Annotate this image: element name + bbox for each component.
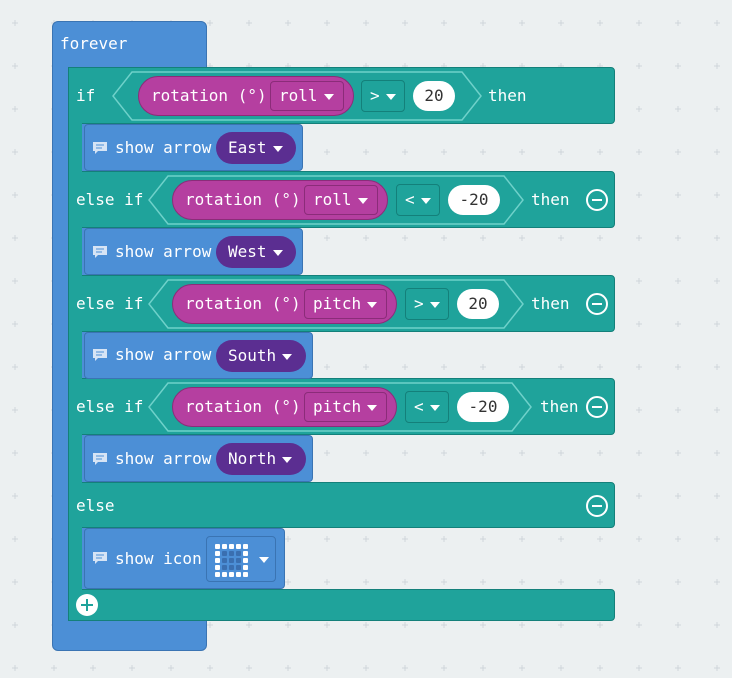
value-input-1[interactable]: 20 [413,81,455,111]
dropdown-arrow-icon [282,456,293,463]
operator-dropdown-2[interactable]: < [396,184,440,216]
if-label: if [76,86,96,105]
icon-picker-dropdown[interactable] [206,536,276,582]
axis-dropdown-1[interactable]: roll [270,81,344,111]
operator-dropdown-3[interactable]: > [405,288,449,320]
show-arrow-label-4: show arrow [115,449,212,468]
remove-branch-icon[interactable] [586,495,608,517]
else-if-label-1: else if [76,190,144,209]
remove-branch-icon[interactable] [586,189,608,211]
led-on [215,565,220,570]
direction-dropdown-4[interactable]: North [216,443,306,475]
add-branch-icon[interactable] [76,594,98,616]
dropdown-arrow-icon [272,249,283,256]
led-off [236,565,241,570]
axis-dropdown-2[interactable]: roll [304,185,378,215]
rotation-reporter-3[interactable]: rotation (°) pitch [172,284,397,324]
led-on [243,544,248,549]
dropdown-arrow-icon [367,404,378,411]
led-on [236,572,241,577]
led-on [243,565,248,570]
led-on [215,551,220,556]
show-icon-label: show icon [115,549,202,568]
led-off [229,551,234,556]
remove-branch-icon[interactable] [586,396,608,418]
rotation-label: rotation (°) [151,86,267,105]
led-on [215,558,220,563]
led-on [243,558,248,563]
dropdown-arrow-icon [429,404,440,411]
operator-dropdown-1[interactable]: > [361,80,405,112]
dropdown-arrow-icon [323,93,334,100]
rotation-label: rotation (°) [185,397,301,416]
led-off [229,565,234,570]
dropdown-arrow-icon [429,301,440,308]
operator-dropdown-4[interactable]: < [405,391,449,423]
rotation-reporter-1[interactable]: rotation (°) roll [138,76,354,116]
led-on [229,572,234,577]
dropdown-arrow-icon [272,145,283,152]
rotation-label: rotation (°) [185,294,301,313]
led-on [222,544,227,549]
forever-label: forever [60,34,128,53]
axis-dropdown-3[interactable]: pitch [304,289,387,319]
led-on [236,544,241,549]
led-on [215,544,220,549]
led-off [236,558,241,563]
led-off [222,565,227,570]
rotation-reporter-2[interactable]: rotation (°) roll [172,180,388,220]
comment-icon [93,453,107,465]
led-on [243,572,248,577]
rotation-reporter-4[interactable]: rotation (°) pitch [172,387,397,427]
comment-icon [93,552,107,564]
led-on [222,572,227,577]
then-label-3: then [531,294,570,313]
led-on [243,551,248,556]
led-grid-icon [215,544,248,577]
value-input-4[interactable]: -20 [457,392,509,422]
comment-icon [93,349,107,361]
show-arrow-label-3: show arrow [115,345,212,364]
else-label: else [76,496,115,515]
value-input-3[interactable]: 20 [457,289,499,319]
led-on [215,572,220,577]
direction-dropdown-1[interactable]: East [216,132,296,164]
if-spine [68,67,82,621]
dropdown-arrow-icon [282,353,293,360]
led-on [229,544,234,549]
else-if-label-2: else if [76,294,144,313]
comment-icon [93,142,107,154]
rotation-label: rotation (°) [185,190,301,209]
led-off [222,551,227,556]
then-label-1: then [488,86,527,105]
axis-dropdown-4[interactable]: pitch [304,392,387,422]
dropdown-arrow-icon [259,557,269,563]
led-off [222,558,227,563]
then-label-2: then [531,190,570,209]
dropdown-arrow-icon [367,301,378,308]
show-arrow-label-1: show arrow [115,138,212,157]
direction-dropdown-2[interactable]: West [216,236,296,268]
show-arrow-label-2: show arrow [115,242,212,261]
led-off [229,558,234,563]
else-row[interactable] [68,482,615,528]
remove-branch-icon[interactable] [586,293,608,315]
led-off [236,551,241,556]
comment-icon [93,246,107,258]
dropdown-arrow-icon [385,93,396,100]
dropdown-arrow-icon [357,197,368,204]
then-label-4: then [540,397,579,416]
dropdown-arrow-icon [420,197,431,204]
else-if-label-3: else if [76,397,144,416]
value-input-2[interactable]: -20 [448,185,500,215]
direction-dropdown-3[interactable]: South [216,340,306,372]
if-footer[interactable] [68,589,615,621]
